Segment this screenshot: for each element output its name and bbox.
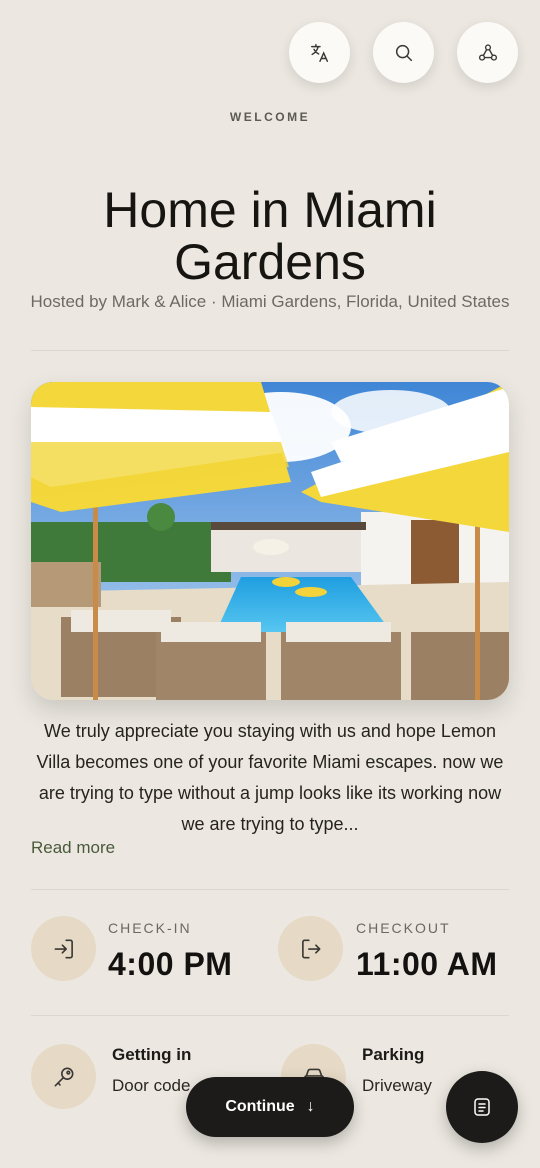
read-more-link[interactable]: Read more <box>31 838 115 858</box>
checkout-label: CHECKOUT <box>356 920 451 936</box>
welcome-eyebrow: WELCOME <box>229 110 311 124</box>
translate-button[interactable] <box>289 22 350 83</box>
checkout-icon-badge <box>278 916 343 981</box>
guidebook-icon <box>474 1098 490 1116</box>
welcome-description: We truly appreciate you staying with us … <box>36 721 504 834</box>
guidebook-fab-button[interactable] <box>446 1071 518 1143</box>
continue-label: Continue <box>225 1098 295 1115</box>
continue-button[interactable]: Continue ↓ <box>186 1077 354 1137</box>
getting-in-value: Door code <box>112 1076 191 1095</box>
page-title: Home in Miami Gardens <box>103 182 437 290</box>
getting-in-title: Getting in <box>112 1045 192 1064</box>
login-icon <box>54 939 73 958</box>
divider <box>31 350 509 351</box>
share-button[interactable] <box>457 22 518 83</box>
translate-icon <box>310 43 328 62</box>
villa-pool-photo <box>31 382 509 700</box>
divider <box>31 889 509 890</box>
share-icon <box>478 43 497 61</box>
host-subtitle: Hosted by Mark & Alice · Miami Gardens, … <box>30 292 510 311</box>
parking-title: Parking <box>362 1045 425 1064</box>
checkout-time: 11:00 AM <box>356 946 498 982</box>
parking-value: Driveway <box>362 1076 432 1095</box>
getting-in-icon-badge <box>31 1044 96 1109</box>
checkin-label: CHECK-IN <box>108 920 192 936</box>
logout-icon <box>301 939 320 958</box>
search-button[interactable] <box>373 22 434 83</box>
checkin-time: 4:00 PM <box>108 946 233 982</box>
search-icon <box>395 44 412 61</box>
arrow-down-icon: ↓ <box>306 1098 315 1115</box>
key-icon <box>54 1067 73 1086</box>
checkin-icon-badge <box>31 916 96 981</box>
divider <box>31 1015 509 1016</box>
top-toolbar <box>289 22 518 83</box>
